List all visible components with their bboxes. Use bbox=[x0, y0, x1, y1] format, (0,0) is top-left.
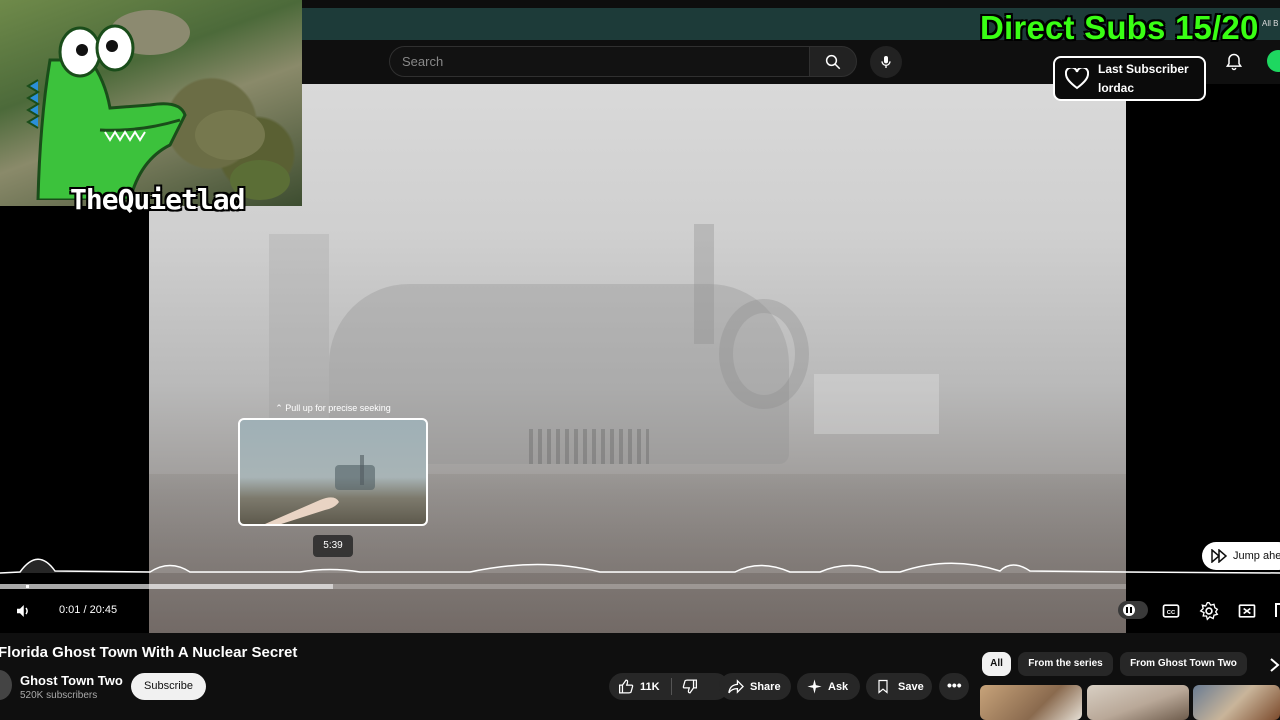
heart-icon bbox=[1065, 68, 1089, 90]
svg-text:CC: CC bbox=[1167, 610, 1176, 616]
chip-all[interactable]: All bbox=[982, 652, 1011, 676]
ask-button[interactable]: Ask bbox=[797, 673, 860, 700]
time-display: 0:01 / 20:45 bbox=[59, 604, 118, 616]
like-button[interactable]: 11K bbox=[609, 673, 671, 700]
video-title: Florida Ghost Town With A Nuclear Secret bbox=[0, 644, 298, 661]
more-actions-button[interactable]: ••• bbox=[939, 673, 969, 700]
thumbs-up-icon bbox=[618, 679, 634, 694]
channel-subscriber-count: 520K subscribers bbox=[20, 690, 98, 701]
recommended-thumbnail[interactable] bbox=[1087, 685, 1189, 720]
volume-icon[interactable] bbox=[14, 602, 32, 620]
channel-name[interactable]: Ghost Town Two bbox=[20, 673, 123, 688]
chip-from-channel[interactable]: From Ghost Town Two bbox=[1120, 652, 1247, 676]
mic-icon bbox=[881, 56, 891, 68]
captions-icon[interactable]: CC bbox=[1161, 601, 1181, 621]
search-icon bbox=[825, 54, 841, 69]
jump-ahead-button[interactable]: Jump ahead bbox=[1202, 542, 1280, 570]
settings-gear-icon[interactable] bbox=[1199, 601, 1219, 621]
subscribe-button[interactable]: Subscribe bbox=[131, 673, 206, 700]
share-label: Share bbox=[750, 681, 781, 693]
audio-waveform-overlay bbox=[0, 558, 1280, 574]
autoplay-toggle[interactable] bbox=[1118, 601, 1148, 619]
save-label: Save bbox=[898, 681, 924, 693]
pause-icon bbox=[1123, 604, 1135, 616]
notifications-bell-icon[interactable] bbox=[1224, 52, 1244, 72]
streamer-webcam-overlay bbox=[0, 0, 302, 206]
last-subscriber-alert: Last Subscriber lordac bbox=[1053, 56, 1206, 101]
jump-ahead-label: Jump ahead bbox=[1233, 550, 1280, 562]
last-subscriber-title: Last Subscriber bbox=[1098, 62, 1189, 76]
last-subscriber-name: lordac bbox=[1098, 81, 1135, 95]
ask-label: Ask bbox=[828, 681, 849, 693]
recommended-thumbnail[interactable] bbox=[1193, 685, 1280, 720]
sparkle-icon bbox=[807, 679, 822, 694]
subs-counter: Direct Subs 15/20 bbox=[980, 9, 1259, 46]
miniplayer-icon[interactable] bbox=[1237, 601, 1257, 621]
voice-search-button[interactable] bbox=[870, 46, 902, 78]
chip-from-the-series[interactable]: From the series bbox=[1018, 652, 1113, 676]
overlay-small-label: All B bbox=[1262, 19, 1279, 28]
like-count: 11K bbox=[640, 681, 660, 693]
search-button[interactable] bbox=[809, 46, 857, 77]
recommended-thumbnail[interactable] bbox=[980, 685, 1082, 720]
fullscreen-icon[interactable] bbox=[1275, 603, 1280, 617]
bookmark-icon bbox=[878, 679, 888, 694]
fast-forward-icon bbox=[1211, 549, 1227, 563]
hand-shape bbox=[265, 497, 339, 524]
streamer-name: TheQuietlad bbox=[70, 183, 245, 216]
progress-buffered bbox=[0, 584, 333, 589]
save-button[interactable]: Save bbox=[866, 673, 932, 700]
search-placeholder: Search bbox=[402, 54, 444, 69]
thumbs-down-icon bbox=[682, 679, 698, 694]
crocodile-mascot bbox=[26, 24, 187, 200]
seek-hint-text: Pull up for precise seeking bbox=[285, 403, 391, 413]
search-input[interactable]: Search bbox=[389, 46, 809, 77]
more-horizontal-icon: ••• bbox=[947, 677, 962, 693]
share-button[interactable]: Share bbox=[719, 673, 791, 700]
seek-hint: ⌃ Pull up for precise seeking bbox=[275, 403, 391, 413]
progress-played bbox=[26, 585, 29, 588]
youtube-player-page: Search TheQuietlad Direct Subs 15/20 All… bbox=[0, 0, 1280, 720]
seek-preview-thumbnail bbox=[238, 418, 428, 526]
chevron-right-icon[interactable] bbox=[1268, 657, 1280, 673]
share-icon bbox=[728, 679, 744, 694]
